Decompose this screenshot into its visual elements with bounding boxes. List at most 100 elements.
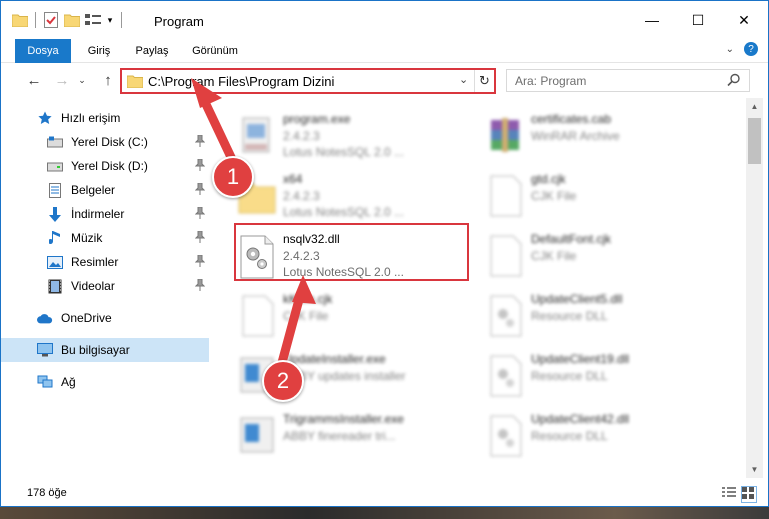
pin-icon[interactable]: [194, 206, 206, 222]
file-type: WinRAR Archive: [531, 129, 620, 143]
pin-icon[interactable]: [194, 230, 206, 246]
sidebar-item-label: Yerel Disk (C:): [71, 135, 148, 149]
desktop-background: [0, 507, 769, 519]
file-type: CJK File: [283, 309, 329, 323]
tab-view[interactable]: Görünüm: [187, 39, 243, 63]
tab-file[interactable]: Dosya: [15, 39, 71, 63]
details-view-icon[interactable]: [722, 487, 736, 502]
toolbar-divider: [121, 12, 122, 28]
arrow-left-icon: ←: [26, 71, 42, 89]
close-icon: ✕: [738, 11, 750, 28]
drive-icon: [47, 134, 63, 150]
file-item[interactable]: UpdateClient19.dll Resource DLL: [481, 348, 721, 404]
file-name: gtd.cjk: [531, 172, 566, 186]
minimize-icon: —: [645, 12, 659, 28]
sidebar-item-music[interactable]: Müzik: [1, 226, 209, 250]
sidebar-item-local-disk-d[interactable]: Yerel Disk (D:): [1, 154, 209, 178]
chevron-down-icon[interactable]: ▾: [105, 11, 115, 29]
address-path[interactable]: C:\Program Files\Program Dizini: [148, 74, 334, 89]
scroll-thumb[interactable]: [748, 118, 761, 164]
tab-share[interactable]: Paylaş: [129, 39, 175, 63]
sidebar-item-this-pc[interactable]: Bu bilgisayar: [1, 338, 209, 362]
arrow-right-icon: →: [54, 71, 70, 89]
forward-button[interactable]: →: [51, 69, 73, 91]
sidebar-item-quick-access[interactable]: Hızlı erişim: [1, 106, 209, 130]
pin-icon[interactable]: [194, 254, 206, 270]
sidebar-item-label: Hızlı erişim: [61, 111, 121, 125]
computer-icon: [37, 342, 53, 358]
file-item[interactable]: DefaultFont.cjk CJK File: [481, 228, 721, 284]
sidebar-item-local-disk-c[interactable]: Yerel Disk (C:): [1, 130, 209, 154]
refresh-icon: ↻: [479, 73, 490, 88]
file-item[interactable]: TrigrammsInstaller.exe ABBY finereader t…: [233, 408, 473, 464]
minimize-button[interactable]: —: [629, 1, 675, 39]
tiles-view-icon[interactable]: [741, 486, 757, 503]
file-description: ABBY finereader tri...: [283, 429, 396, 443]
file-name: UpdateClient19.dll: [531, 352, 630, 366]
properties-icon[interactable]: [42, 11, 60, 29]
pin-icon[interactable]: [194, 278, 206, 294]
pin-icon[interactable]: [194, 158, 206, 174]
close-button[interactable]: ✕: [721, 1, 767, 39]
file-description: Lotus NotesSQL 2.0 ...: [283, 145, 404, 159]
sidebar-item-label: Bu bilgisayar: [61, 343, 130, 357]
file-item[interactable]: kKorn.cjk CJK File: [233, 288, 473, 344]
back-button[interactable]: ←: [23, 69, 45, 91]
videos-icon: [47, 278, 63, 294]
pin-icon[interactable]: [194, 134, 206, 150]
file-name: DefaultFont.cjk: [531, 232, 612, 246]
file-item[interactable]: x64 2.4.2.3 Lotus NotesSQL 2.0 ...: [233, 168, 473, 224]
file-type: Resource DLL: [531, 369, 608, 383]
scroll-up-icon[interactable]: ▲: [746, 98, 763, 115]
sidebar-item-label: İndirmeler: [71, 207, 125, 221]
chevron-down-icon[interactable]: ⌄: [726, 44, 734, 55]
tab-home[interactable]: Giriş: [79, 39, 119, 63]
exe-icon: [237, 114, 277, 160]
file-item[interactable]: program.exe 2.4.2.3 Lotus NotesSQL 2.0 .…: [233, 108, 473, 164]
cloud-icon: [37, 310, 53, 326]
scroll-down-icon[interactable]: ▼: [746, 461, 763, 478]
sidebar-item-label: Müzik: [71, 231, 103, 245]
file-item[interactable]: gtd.cjk CJK File: [481, 168, 721, 224]
chevron-down-icon[interactable]: ⌄: [459, 73, 468, 86]
file-highlight-box: [234, 223, 469, 281]
refresh-button[interactable]: ↻: [474, 70, 494, 92]
address-bar[interactable]: C:\Program Files\Program Dizini ⌄ ↻: [120, 68, 496, 94]
sidebar-item-onedrive[interactable]: OneDrive: [1, 306, 209, 330]
title-bar: ▾ Program — ☐ ✕: [1, 1, 768, 39]
search-input[interactable]: Ara: Program: [506, 69, 750, 92]
search-icon: [727, 73, 741, 90]
file-name: UpdateInstaller.exe: [283, 352, 386, 366]
help-icon[interactable]: ?: [744, 42, 758, 56]
network-icon: [37, 374, 53, 390]
ribbon-tabs: Dosya Giriş Paylaş Görünüm ⌄ ?: [1, 39, 768, 63]
sidebar-item-label: Yerel Disk (D:): [71, 159, 148, 173]
drive-icon: [47, 158, 63, 174]
window-title: Program: [154, 14, 204, 29]
file-item[interactable]: certificates.cab WinRAR Archive: [481, 108, 721, 164]
up-button[interactable]: ↑: [97, 69, 119, 91]
toolbar-divider: [35, 12, 36, 28]
sidebar-item-label: OneDrive: [61, 311, 112, 325]
file-name: kKorn.cjk: [283, 292, 333, 306]
sidebar-item-label: Videolar: [71, 279, 115, 293]
file-item[interactable]: UpdateClient42.dll Resource DLL: [481, 408, 721, 464]
file-item[interactable]: UpdateClient5.dll Resource DLL: [481, 288, 721, 344]
sidebar-item-pictures[interactable]: Resimler: [1, 250, 209, 274]
sidebar-item-downloads[interactable]: İndirmeler: [1, 202, 209, 226]
sidebar-item-network[interactable]: Ağ: [1, 370, 209, 394]
navigation-pane: Hızlı erişim Yerel Disk (C:) Yerel Disk …: [1, 98, 209, 478]
quick-access-toolbar: ▾: [11, 11, 125, 29]
sidebar-item-documents[interactable]: Belgeler: [1, 178, 209, 202]
new-folder-icon[interactable]: [63, 11, 81, 29]
sidebar-item-videos[interactable]: Videolar: [1, 274, 209, 298]
download-icon: [47, 206, 63, 222]
maximize-button[interactable]: ☐: [675, 1, 721, 39]
sidebar-item-label: Ağ: [61, 375, 76, 389]
document-icon: [485, 234, 525, 280]
vertical-scrollbar[interactable]: ▲ ▼: [746, 98, 763, 478]
view-options-icon[interactable]: [84, 11, 102, 29]
ribbon-right-controls: ⌄ ?: [726, 42, 758, 56]
pin-icon[interactable]: [194, 182, 206, 198]
recent-locations-button[interactable]: ⌄: [75, 69, 89, 91]
